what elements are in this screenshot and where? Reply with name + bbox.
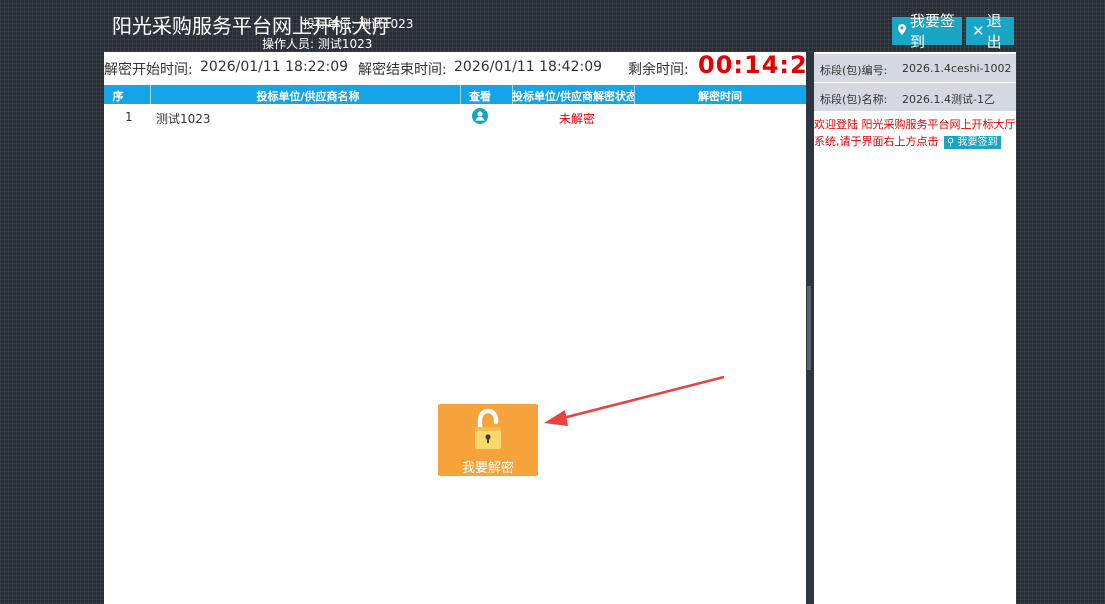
- end-time-label: 解密结束时间:: [358, 62, 447, 78]
- splitter-handle[interactable]: [807, 286, 811, 370]
- row-bidder-name: 测试1023: [156, 112, 211, 126]
- package-name-row: 标段(包)名称: 2026.1.4测试-1乙: [814, 83, 1016, 111]
- row-seq: 1: [125, 110, 133, 124]
- exit-label: 退出: [986, 12, 1002, 51]
- bidder-value: 测试1023: [358, 17, 414, 31]
- bidder-label: 投标单位:: [303, 17, 356, 31]
- panel-splitter[interactable]: [806, 52, 814, 604]
- welcome-message: 欢迎登陆 阳光采购服务平台网上开标大厅系统,请于界面右上方点击 ⚲ 我要签到: [814, 116, 1016, 150]
- package-number-row: 标段(包)编号: 2026.1.4ceshi-1002: [814, 54, 1016, 82]
- col-header-time: 解密时间: [698, 90, 742, 103]
- unlock-icon: [475, 408, 501, 449]
- signin-label: 我要签到: [910, 12, 956, 51]
- col-header-status: 投标单位/供应商解密状态: [512, 90, 634, 103]
- table-header: 序 投标单位/供应商名称 查看 投标单位/供应商解密状态 解密时间: [104, 85, 806, 104]
- decrypt-button[interactable]: 我要解密: [438, 404, 538, 476]
- package-number-value: 2026.1.4ceshi-1002: [902, 62, 1012, 75]
- welcome-signin-label: 我要签到: [957, 137, 998, 148]
- col-divider: [150, 85, 151, 104]
- remaining-time-label: 剩余时间:: [628, 62, 689, 78]
- table-row: 1 测试1023 未解密: [104, 108, 806, 128]
- col-header-name: 投标单位/供应商名称: [256, 90, 360, 103]
- end-time-value: 2026/01/11 18:42:09: [454, 59, 603, 75]
- header-bar: 阳光采购服务平台网上开标大厅 投标单位: 测试1023 操作人员: 测试1023…: [0, 0, 1105, 52]
- welcome-signin-button[interactable]: ⚲ 我要签到: [944, 136, 1001, 149]
- start-time-label: 解密开始时间:: [104, 62, 193, 78]
- exit-button[interactable]: ✕ 退出: [966, 12, 1014, 51]
- start-time-value: 2026/01/11 18:22:09: [200, 59, 349, 75]
- close-icon: ✕: [972, 22, 985, 40]
- package-number-label: 标段(包)编号:: [820, 64, 888, 77]
- operator-info: 操作人员: 测试1023: [262, 35, 372, 52]
- package-name-value: 2026.1.4测试-1乙: [902, 93, 995, 106]
- operator-value: 测试1023: [317, 37, 373, 51]
- location-pin-icon: ⚲: [947, 137, 955, 148]
- bidder-info: 投标单位: 测试1023: [303, 15, 413, 32]
- location-pin-icon: [898, 24, 906, 38]
- col-header-seq: 序: [112, 90, 124, 103]
- signin-button[interactable]: 我要签到: [892, 12, 962, 51]
- decrypt-label: 我要解密: [461, 461, 514, 476]
- annotation-arrow: [544, 375, 725, 426]
- side-panel: 标段(包)编号: 2026.1.4ceshi-1002 标段(包)名称: 202…: [814, 52, 1016, 604]
- col-header-view: 查看: [469, 90, 491, 103]
- main-panel: 解密开始时间: 2026/01/11 18:22:09 解密结束时间: 2026…: [104, 51, 824, 604]
- package-name-label: 标段(包)名称:: [820, 93, 888, 106]
- time-bar: 解密开始时间: 2026/01/11 18:22:09 解密结束时间: 2026…: [104, 51, 824, 82]
- user-icon[interactable]: [472, 108, 488, 124]
- row-decrypt-status: 未解密: [559, 112, 596, 126]
- operator-label: 操作人员:: [262, 37, 315, 51]
